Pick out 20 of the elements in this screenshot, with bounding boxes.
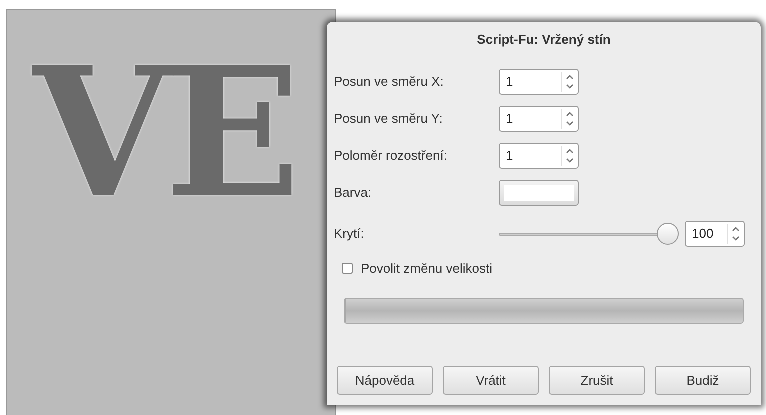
dialog-button[interactable]: Zrušit	[549, 366, 645, 395]
slider-thumb[interactable]	[657, 222, 679, 244]
dialog-button[interactable]: Vrátit	[443, 366, 539, 395]
field-label: Krytí:	[334, 224, 366, 243]
color-button[interactable]	[499, 180, 579, 206]
dialog-button[interactable]: Budiž	[655, 366, 751, 395]
spin-field[interactable]: 100	[685, 220, 745, 246]
field-label: Poloměr rozostření:	[334, 147, 448, 166]
slider[interactable]	[499, 222, 679, 244]
canvas-letters: VE	[33, 58, 296, 208]
checkbox[interactable]	[342, 263, 353, 274]
spin-field[interactable]: 1	[499, 106, 579, 132]
field-label: Posun ve směru X:	[334, 73, 445, 92]
spin-field[interactable]: 1	[499, 143, 579, 169]
field-label: Posun ve směru Y:	[334, 110, 444, 128]
dialog-button[interactable]: Nápověda	[337, 366, 433, 395]
field-label: Barva:	[334, 184, 373, 202]
checkbox-label: Povolit změnu velikosti	[361, 260, 492, 278]
spin-field[interactable]: 1	[499, 69, 579, 95]
window-title: Script-Fu: Vržený stín	[476, 31, 612, 49]
